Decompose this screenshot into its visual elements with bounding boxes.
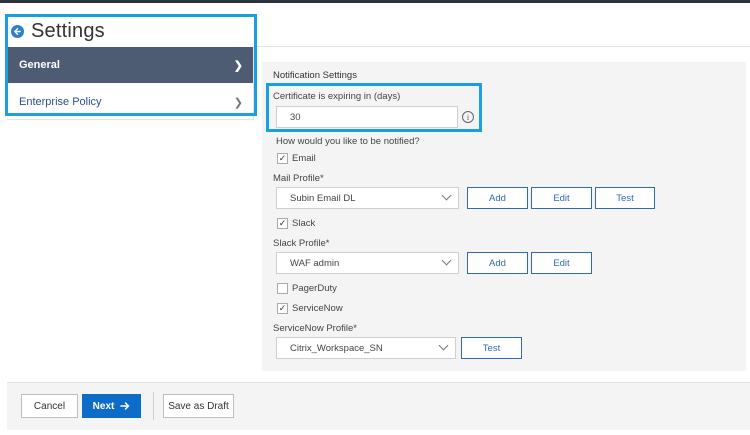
mail-test-button[interactable]: Test (595, 187, 655, 209)
slack-profile-select[interactable]: WAF admin (276, 252, 459, 274)
email-label: Email (292, 153, 316, 164)
pagerduty-checkbox[interactable] (277, 283, 288, 294)
notify-question: How would you like to be notified? (276, 136, 420, 147)
servicenow-checkbox[interactable]: ✓ (277, 303, 288, 314)
arrow-right-icon (120, 401, 130, 411)
chevron-down-icon (441, 255, 452, 266)
next-button-label: Next (92, 400, 115, 412)
save-draft-button[interactable]: Save as Draft (163, 394, 234, 418)
highlight-box-cert (266, 83, 482, 132)
email-checkbox[interactable]: ✓ (277, 153, 288, 164)
mail-add-button[interactable]: Add (467, 187, 528, 209)
slack-edit-button[interactable]: Edit (531, 252, 592, 274)
section-title: Notification Settings (273, 70, 357, 81)
mail-edit-button[interactable]: Edit (531, 187, 592, 209)
cancel-button[interactable]: Cancel (21, 394, 78, 418)
servicenow-profile-select[interactable]: Citrix_Workspace_SN (276, 337, 456, 359)
slack-checkbox[interactable]: ✓ (277, 218, 288, 229)
pagerduty-label: PagerDuty (292, 283, 337, 294)
mail-profile-value: Subin Email DL (290, 192, 356, 204)
servicenow-profile-value: Citrix_Workspace_SN (290, 342, 383, 354)
slack-add-button[interactable]: Add (467, 252, 528, 274)
header-divider (254, 46, 750, 47)
next-button[interactable]: Next (82, 394, 141, 418)
servicenow-test-button[interactable]: Test (461, 337, 522, 359)
chevron-down-icon (441, 190, 452, 201)
slack-profile-value: WAF admin (290, 257, 340, 269)
chevron-down-icon (438, 340, 449, 351)
mail-profile-select[interactable]: Subin Email DL (276, 187, 459, 209)
servicenow-profile-label: ServiceNow Profile* (273, 323, 357, 334)
slack-label: Slack (292, 218, 316, 229)
servicenow-label: ServiceNow (292, 303, 343, 314)
mail-profile-label: Mail Profile* (273, 173, 324, 184)
highlight-box-header (5, 14, 257, 116)
top-bar (0, 0, 750, 3)
footer-divider (153, 392, 154, 420)
slack-profile-label: Slack Profile* (273, 238, 330, 249)
